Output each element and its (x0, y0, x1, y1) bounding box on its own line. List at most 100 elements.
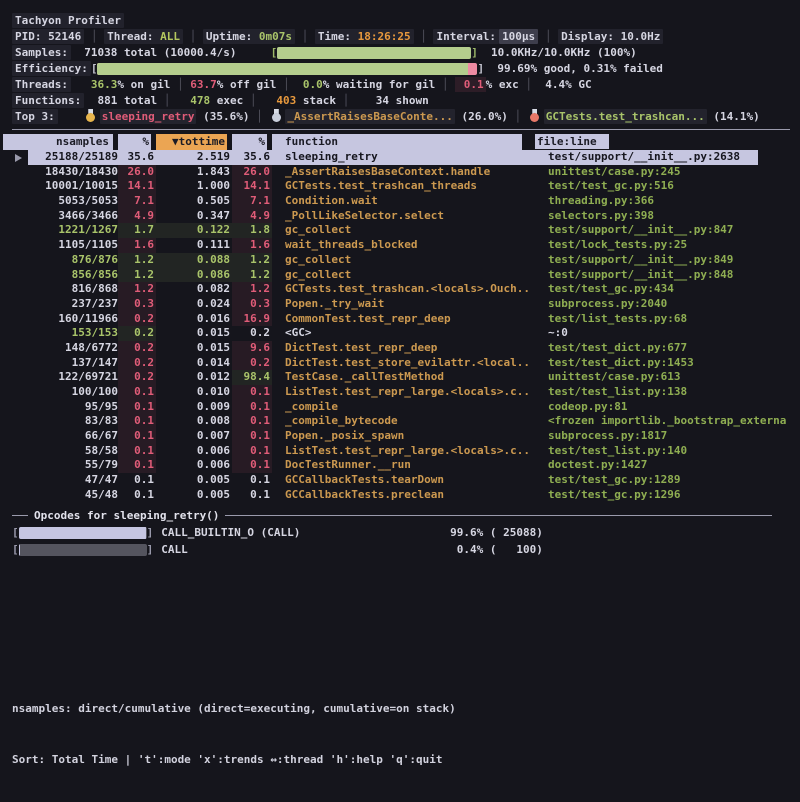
cell-file-line: test/test_dict.py:1453 (532, 356, 800, 371)
table-row[interactable]: 3466/34664.90.3474.9_PollLikeSelector.se… (12, 209, 800, 224)
divider (442, 78, 449, 91)
efficiency-label: Efficiency: (12, 61, 91, 76)
cell-pct-cumulative: 1.2 (232, 253, 272, 268)
separator-dash-right (225, 515, 772, 516)
table-row[interactable]: 1105/11051.60.1111.6wait_threads_blocked… (12, 238, 800, 253)
cell-pct-cumulative: 7.1 (232, 194, 272, 209)
table-row[interactable]: 66/670.10.0070.1Popen._posix_spawnsubpro… (12, 429, 800, 444)
opcode-pct: 0.4% (383, 541, 483, 558)
cell-tottime: 0.505 (156, 194, 232, 209)
table-row[interactable]: 18430/1843026.01.84326.0_AssertRaisesBas… (12, 165, 800, 180)
status-bar: PID: 52146 Thread: ALL Uptime: 0m07s Tim… (12, 29, 800, 45)
table-row[interactable]: 153/1530.20.0150.2<GC>~:0 (12, 326, 800, 341)
column-header-pct-direct[interactable]: % (118, 134, 156, 150)
samples-rate-bar (277, 47, 471, 59)
cell-nsamples: 137/147 (12, 356, 118, 371)
thread-label: Thread: (107, 30, 153, 43)
cell-nsamples: 237/237 (12, 297, 118, 312)
opcodes-separator: Opcodes for sleeping_retry() (12, 508, 800, 524)
table-row[interactable]: 148/67720.20.0159.6DictTest.test_repr_de… (12, 341, 800, 356)
cell-file-line: test/lock_tests.py:25 (532, 238, 800, 253)
separator-dash-left (12, 515, 28, 516)
cell-pct-direct: 0.1 (118, 385, 156, 400)
cell-tottime: 0.008 (156, 414, 232, 429)
cell-nsamples: 83/83 (12, 414, 118, 429)
app-title: Tachyon Profiler (12, 13, 124, 28)
interval-value[interactable]: 100µs (499, 29, 538, 44)
table-row[interactable]: 25188/2518935.62.51935.6sleeping_retryte… (12, 150, 800, 165)
cell-pct-direct: 1.2 (118, 268, 156, 283)
column-header-nsamples[interactable]: nsamples (3, 134, 118, 150)
table-row[interactable]: 816/8681.20.0821.2GCTests.test_trashcan.… (12, 282, 800, 297)
cell-nsamples: 45/48 (12, 488, 118, 503)
cell-nsamples: 18430/18430 (12, 165, 118, 180)
cell-pct-cumulative: 4.9 (232, 209, 272, 224)
table-row[interactable]: 237/2370.30.0240.3Popen._try_waitsubproc… (12, 297, 800, 312)
divider (250, 94, 257, 107)
cell-pct-direct: 0.1 (118, 444, 156, 459)
table-row[interactable]: 47/470.10.0050.1GCCallbackTests.tearDown… (12, 473, 800, 488)
opcode-count: ( 100) (483, 543, 543, 556)
top3-row: Top 3:sleeping_retry (35.6%) _AssertRais… (12, 109, 800, 125)
table-row[interactable]: 100/1000.10.0100.1ListTest.test_repr_lar… (12, 385, 800, 400)
threads-label: Threads: (12, 77, 71, 92)
table-row[interactable]: 137/1470.20.0140.2DictTest.test_store_ev… (12, 356, 800, 371)
cell-pct-direct: 0.2 (118, 326, 156, 341)
opcode-bar (19, 544, 147, 556)
cell-file-line: test/list_tests.py:68 (532, 312, 800, 327)
cell-file-line: test/test_gc.py:1289 (532, 473, 800, 488)
cell-nsamples: 856/856 (12, 268, 118, 283)
cell-nsamples: 1105/1105 (12, 238, 118, 253)
cell-pct-direct: 0.1 (118, 458, 156, 473)
cell-function: ListTest.test_repr_large.<locals>.c... (272, 385, 532, 400)
column-header-function[interactable]: function (272, 134, 532, 150)
functions-shown-text: shown (389, 94, 429, 107)
divider (515, 110, 522, 123)
horizontal-divider (12, 129, 790, 130)
cell-pct-direct: 0.1 (118, 414, 156, 429)
cell-pct-cumulative: 0.3 (232, 297, 272, 312)
cell-function: wait_threads_blocked (272, 238, 532, 253)
threads-on-gil-value: 36.3 (78, 78, 118, 91)
table-row[interactable]: 10001/1001514.11.00014.1GCTests.test_tra… (12, 179, 800, 194)
footer-help: nsamples: direct/cumulative (direct=exec… (12, 666, 456, 802)
table-row[interactable]: 122/697210.20.01298.4TestCase._callTestM… (12, 370, 800, 385)
table-row[interactable]: 83/830.10.0080.1_compile_bytecode<frozen… (12, 414, 800, 429)
cell-tottime: 0.009 (156, 400, 232, 415)
table-row[interactable]: 5053/50537.10.5057.1Condition.waitthread… (12, 194, 800, 209)
cell-pct-cumulative: 98.4 (232, 370, 272, 385)
samples-bar-open-bracket: [ (271, 46, 278, 59)
cell-function: GCCallbackTests.preclean (272, 488, 532, 503)
cell-pct-direct: 0.3 (118, 297, 156, 312)
column-header-tottime-sorted[interactable]: ▼tottime (156, 134, 232, 150)
cell-function: gc_collect (272, 268, 532, 283)
table-row[interactable]: 95/950.10.0090.1_compilecodeop.py:81 (12, 400, 800, 415)
cell-pct-cumulative: 0.1 (232, 400, 272, 415)
cell-pct-cumulative: 9.6 (232, 341, 272, 356)
cell-function: Condition.wait (272, 194, 532, 209)
cell-file-line: test/test_dict.py:677 (532, 341, 800, 356)
cell-pct-direct: 0.1 (118, 488, 156, 503)
interval-label: Interval: (436, 30, 496, 43)
cell-nsamples: 47/47 (12, 473, 118, 488)
cell-tottime: 1.000 (156, 179, 232, 194)
efficiency-bar-open-bracket: [ (91, 62, 98, 75)
table-row[interactable]: 876/8761.20.0881.2gc_collecttest/support… (12, 253, 800, 268)
column-header-pct-cumulative[interactable]: % (232, 134, 272, 150)
column-header-file-line[interactable]: file:line (535, 134, 614, 149)
divider (256, 110, 263, 123)
table-row[interactable]: 58/580.10.0060.1ListTest.test_repr_large… (12, 444, 800, 459)
table-row[interactable]: 1221/12671.70.1221.8gc_collecttest/suppo… (12, 223, 800, 238)
opcode-bar-open-bracket: [ (12, 543, 19, 556)
samples-rate-text: 10.0KHz/10.0KHz (100%) (478, 46, 637, 59)
cell-file-line: test/support/__init__.py:2638 (532, 150, 800, 165)
cell-pct-direct: 26.0 (118, 165, 156, 180)
opcode-bar-close-bracket: ] (147, 543, 154, 556)
cell-function: gc_collect (272, 253, 532, 268)
thread-group[interactable]: Thread: ALL (104, 29, 183, 44)
table-row[interactable]: 160/119660.20.01616.9CommonTest.test_rep… (12, 312, 800, 327)
table-row[interactable]: 856/8561.20.0861.2gc_collecttest/support… (12, 268, 800, 283)
table-row[interactable]: 45/480.10.0050.1GCCallbackTests.preclean… (12, 488, 800, 503)
cell-function: ListTest.test_repr_large.<locals>.c... (272, 444, 532, 459)
table-row[interactable]: 55/790.10.0060.1DocTestRunner.__rundocte… (12, 458, 800, 473)
